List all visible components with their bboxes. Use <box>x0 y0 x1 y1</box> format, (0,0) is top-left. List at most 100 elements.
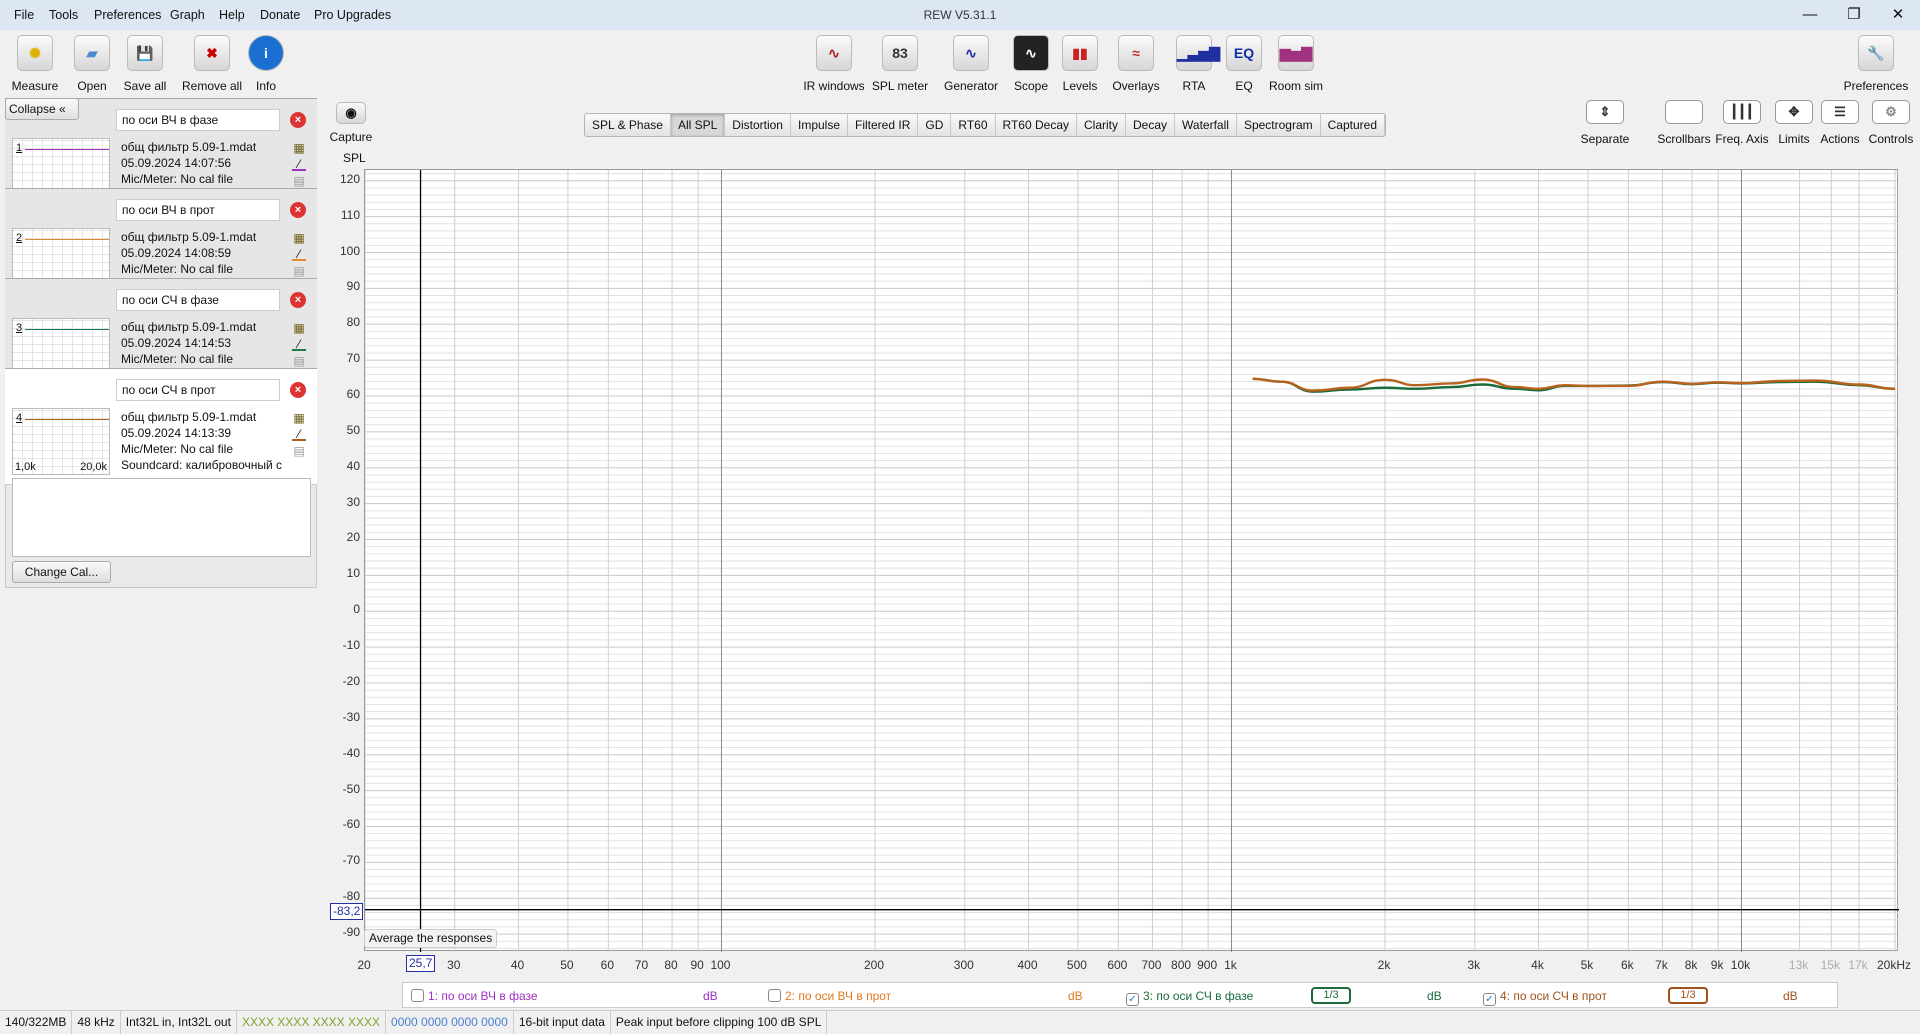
save-measurement-icon[interactable]: ▦ <box>292 411 306 425</box>
measurement-name-input[interactable]: по оси СЧ в фазе <box>116 289 280 311</box>
smoothing-badge[interactable]: 1/3 <box>1668 987 1708 1004</box>
legend-item-2[interactable]: 2: по оси ВЧ в прот <box>768 989 891 1003</box>
y-tick-label: -20 <box>342 673 360 688</box>
room-sim-button[interactable]: ▆▅▇ Room sim <box>1258 35 1334 93</box>
eq-icon: EQ <box>1226 35 1262 71</box>
x-tick-label: 4k <box>1531 958 1544 972</box>
x-tick-label: 70 <box>634 958 649 972</box>
ir-windows-button[interactable]: ∿ IR windows <box>796 35 872 93</box>
notes-icon[interactable]: ▤ <box>292 174 306 188</box>
x-tick-label: 8k <box>1684 958 1698 972</box>
y-tick-label: -60 <box>342 817 360 832</box>
close-window-button[interactable]: ✕ <box>1878 4 1918 26</box>
y-tick-label: 110 <box>340 207 360 222</box>
measurement-card[interactable]: по оси СЧ в прот × 4 1,0k 20,0k общ фильтр 5.… <box>5 368 317 485</box>
graph-canvas[interactable] <box>364 170 1899 952</box>
controls-button[interactable]: ⚙ Controls <box>1860 100 1920 146</box>
remove-measurement-icon[interactable]: × <box>290 202 306 218</box>
measurement-thumbnail[interactable]: 31,0k20,0k <box>12 318 110 372</box>
spl-meter-icon: 83 <box>882 35 918 71</box>
legend-item-1[interactable]: 1: по оси ВЧ в фазе <box>411 989 538 1003</box>
measurement-date: 05.09.2024 14:07:56 <box>121 156 232 170</box>
ir-windows-icon: ∿ <box>816 35 852 71</box>
save-measurement-icon[interactable]: ▦ <box>292 141 306 155</box>
tab-spl-phase[interactable]: SPL & Phase <box>585 114 671 136</box>
tab-waterfall[interactable]: Waterfall <box>1175 114 1237 136</box>
measurement-thumbnail[interactable]: 11,0k20,0k <box>12 138 110 192</box>
measurement-date: 05.09.2024 14:08:59 <box>121 246 232 260</box>
y-tick-label: 100 <box>339 243 360 258</box>
measurement-mic: Mic/Meter: No cal file <box>121 262 234 276</box>
legend-item-4[interactable]: ✓ 4: по оси СЧ в прот <box>1483 989 1607 1006</box>
tab-captured[interactable]: Captured <box>1321 114 1386 136</box>
scrollbars-button[interactable]: Scrollbars <box>1653 100 1715 146</box>
info-button[interactable]: i Info <box>231 35 301 93</box>
x-tick-label: 50 <box>560 958 574 972</box>
save-all-button[interactable]: 💾 Save all <box>110 35 180 93</box>
measurement-name-input[interactable]: по оси СЧ в прот <box>116 379 280 401</box>
tab-spectrogram[interactable]: Spectrogram <box>1237 114 1321 136</box>
legend-item-3[interactable]: ✓ 3: по оси СЧ в фазе <box>1126 989 1253 1006</box>
freq-axis-icon: ┃┃┃ <box>1723 100 1761 124</box>
notes-icon[interactable]: ▤ <box>292 354 306 368</box>
capture-button[interactable]: ◉ Capture <box>326 102 376 144</box>
measure-icon: ✺ <box>17 35 53 71</box>
camera-icon: ◉ <box>336 102 366 124</box>
graph-tabs: SPL & Phase All SPL Distortion Impulse Filte… <box>584 113 1387 137</box>
change-cal-button[interactable]: Change Cal... <box>12 561 111 583</box>
status-field: 16-bit input data <box>514 1011 611 1034</box>
tab-all-spl[interactable]: All SPL <box>670 114 726 136</box>
tab-rt60[interactable]: RT60 <box>951 114 996 136</box>
x-tick-label: 1k <box>1224 958 1237 972</box>
spl-meter-label: SPL meter <box>871 79 929 93</box>
measurement-card[interactable]: по оси ВЧ в прот×21,0k20,0kобщ фильтр 5.… <box>5 188 317 282</box>
average-responses-button[interactable]: Average the responses <box>364 929 498 948</box>
remove-measurement-icon[interactable]: × <box>290 292 306 308</box>
tab-rt60-decay[interactable]: RT60 Decay <box>996 114 1077 136</box>
measurement-thumbnail[interactable]: 21,0k20,0k <box>12 228 110 282</box>
smoothing-badge[interactable]: 1/3 <box>1311 987 1351 1004</box>
tab-clarity[interactable]: Clarity <box>1077 114 1127 136</box>
trace-color-icon[interactable]: ⁄ <box>292 427 306 441</box>
measurement-mic: Mic/Meter: No cal file <box>121 352 234 366</box>
x-tick-label: 500 <box>1066 958 1087 972</box>
restore-button[interactable]: ❐ <box>1834 4 1874 26</box>
remove-measurement-icon[interactable]: × <box>290 112 306 128</box>
actions-icon: ☰ <box>1821 100 1859 124</box>
save-measurement-icon[interactable]: ▦ <box>292 321 306 335</box>
spl-meter-button[interactable]: 83 SPL meter <box>862 35 938 93</box>
tab-impulse[interactable]: Impulse <box>791 114 849 136</box>
notes-textarea[interactable] <box>12 478 311 557</box>
separate-button[interactable]: ⇕ Separate <box>1574 100 1636 146</box>
spl-graph[interactable] <box>364 169 1899 952</box>
trace-color-icon[interactable]: ⁄ <box>292 247 306 261</box>
legend-checkbox[interactable]: ✓ <box>1483 993 1496 1006</box>
collapse-button[interactable]: Collapse « <box>5 98 79 120</box>
remove-measurement-icon[interactable]: × <box>290 382 306 398</box>
measurement-card[interactable]: по оси СЧ в фазе×31,0k20,0kобщ фильтр 5.… <box>5 278 317 372</box>
x-tick-label: 700 <box>1141 958 1162 972</box>
x-tick-label: 6k <box>1620 958 1634 972</box>
measurement-name-input[interactable]: по оси ВЧ в прот <box>116 199 280 221</box>
minimize-button[interactable]: — <box>1790 4 1830 26</box>
generator-icon: ∿ <box>953 35 989 71</box>
measurement-name-input[interactable]: по оси ВЧ в фазе <box>116 109 280 131</box>
x-tick-label: 900 <box>1197 958 1218 972</box>
preferences-button[interactable]: 🔧 Preferences <box>1836 35 1916 93</box>
tab-gd[interactable]: GD <box>918 114 952 136</box>
legend-checkbox[interactable]: ✓ <box>1126 993 1139 1006</box>
tab-distortion[interactable]: Distortion <box>725 114 791 136</box>
measurement-thumbnail[interactable]: 4 1,0k 20,0k <box>12 408 110 475</box>
trace-color-icon[interactable]: ⁄ <box>292 337 306 351</box>
gear-icon: ⚙ <box>1872 100 1910 124</box>
x-tick-label: 20kHz <box>1876 958 1912 972</box>
tab-filtered-ir[interactable]: Filtered IR <box>848 114 919 136</box>
legend-checkbox[interactable] <box>768 989 781 1002</box>
controls-label: Controls <box>1868 132 1914 146</box>
trace-color-icon[interactable]: ⁄ <box>292 157 306 171</box>
save-measurement-icon[interactable]: ▦ <box>292 231 306 245</box>
notes-icon[interactable]: ▤ <box>292 444 306 458</box>
tab-decay[interactable]: Decay <box>1126 114 1176 136</box>
notes-icon[interactable]: ▤ <box>292 264 306 278</box>
legend-checkbox[interactable] <box>411 989 424 1002</box>
